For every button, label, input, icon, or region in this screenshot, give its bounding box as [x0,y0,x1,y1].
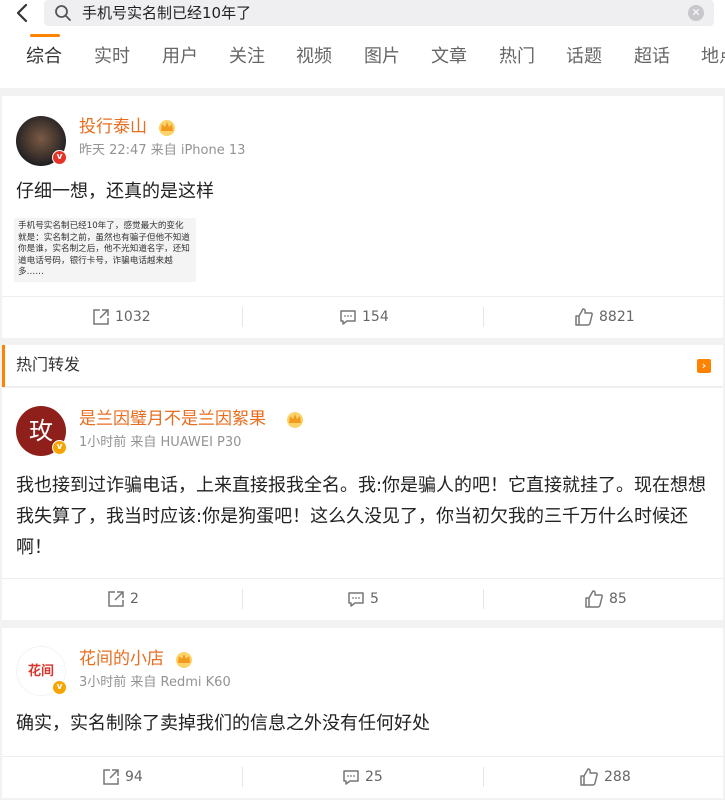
section-title: 热门转发 [16,355,81,374]
username[interactable]: 投行泰山 [79,116,147,138]
tab-images[interactable]: 图片 [364,44,400,70]
repost-icon [108,591,124,607]
tab-bar: 综合 实时 用户 关注 视频 图片 文章 热门 话题 超话 地点 [0,44,725,76]
comment-icon [343,770,359,785]
tab-places[interactable]: 地点 [701,44,725,70]
tab-following[interactable]: 关注 [229,44,265,70]
post-meta: 1小时前 来自 HUAWEI P30 [79,435,242,450]
repost-button[interactable]: 2 [107,579,139,619]
divider [242,307,243,327]
post-card: v 投行泰山 昨天 22:47 来自 iPhone 13 仔细一想，还真的是这样… [2,96,723,338]
comment-icon [348,592,364,607]
divider [483,767,484,787]
tab-hot[interactable]: 热门 [499,44,535,70]
verified-badge-icon: v [52,680,67,695]
comment-count: 154 [362,309,389,325]
top-bar: 手机号实名制已经10年了 ✕ 综合 实时 用户 关注 视频 图片 文章 热门 话… [0,0,725,88]
verified-badge-icon: v [52,150,67,165]
divider [483,589,484,609]
tab-realtime[interactable]: 实时 [94,44,130,70]
section-accent-bar [2,345,5,387]
like-button[interactable]: 288 [579,757,631,797]
repost-count: 94 [125,769,143,785]
divider [483,307,484,327]
back-arrow-icon[interactable] [10,0,34,26]
post-text: 我也接到过诈骗电话，上来直接报我全名。我:你是骗人的吧！它直接就挂了。现在想想我… [16,475,707,558]
comment-icon [340,310,356,325]
like-count: 85 [609,591,627,607]
crown-icon [157,118,177,136]
tab-comprehensive[interactable]: 综合 [26,44,62,70]
like-button[interactable]: 8821 [574,297,635,337]
divider [242,589,243,609]
clear-search-icon[interactable]: ✕ [688,5,704,21]
like-count: 288 [604,769,631,785]
thumbs-up-icon [585,590,603,608]
post-text: 仔细一想，还真的是这样 [16,181,214,202]
thumbs-up-icon [575,308,593,326]
post-meta: 昨天 22:47 来自 iPhone 13 [79,143,246,158]
username[interactable]: 花间的小店 [79,648,164,670]
post-meta: 3小时前 来自 Redmi K60 [79,675,231,690]
comment-button[interactable]: 154 [339,297,389,337]
verified-badge-icon: v [52,440,67,455]
post-card: 玫 v 是兰因璧月不是兰因絮果 1小时前 来自 HUAWEI P30 我也接到过… [2,388,723,620]
repost-icon [93,309,109,325]
repost-button[interactable]: 1032 [92,297,151,337]
post-image[interactable]: 手机号实名制已经10年了，感觉最大的变化就是：实名制之前，虽然也有骗子但他不知道… [14,218,196,282]
divider [242,767,243,787]
search-icon [54,4,72,22]
hot-reposts-header[interactable]: 热门转发 › [2,345,723,387]
post-text: 确实，实名制除了卖掉我们的信息之外没有任何好处 [16,713,430,734]
like-count: 8821 [599,309,635,325]
chevron-right-icon[interactable]: › [697,359,711,373]
tab-topics[interactable]: 话题 [566,44,602,70]
tab-video[interactable]: 视频 [296,44,332,70]
search-box[interactable]: 手机号实名制已经10年了 ✕ [44,0,714,26]
repost-count: 1032 [115,309,151,325]
post-card: 花间 v 花间的小店 3小时前 来自 Redmi K60 确实，实名制除了卖掉我… [2,628,723,798]
comment-button[interactable]: 5 [347,579,379,619]
tab-articles[interactable]: 文章 [431,44,467,70]
like-button[interactable]: 85 [584,579,627,619]
post-image-text: 手机号实名制已经10年了，感觉最大的变化就是：实名制之前，虽然也有骗子但他不知道… [18,221,190,278]
crown-icon [285,410,305,428]
search-query[interactable]: 手机号实名制已经10年了 [82,2,251,24]
post-actions: 2 5 85 [2,578,723,618]
repost-button[interactable]: 94 [102,757,143,797]
comment-count: 25 [365,769,383,785]
post-actions: 94 25 288 [2,756,723,796]
post-actions: 1032 154 8821 [2,296,723,336]
comment-count: 5 [370,591,379,607]
thumbs-up-icon [580,768,598,786]
tab-super-topics[interactable]: 超话 [634,44,670,70]
username[interactable]: 是兰因璧月不是兰因絮果 [79,408,266,430]
comment-button[interactable]: 25 [342,757,383,797]
active-tab-indicator [30,34,60,37]
repost-count: 2 [130,591,139,607]
repost-icon [103,769,119,785]
crown-icon [174,650,194,668]
tab-users[interactable]: 用户 [162,44,198,70]
